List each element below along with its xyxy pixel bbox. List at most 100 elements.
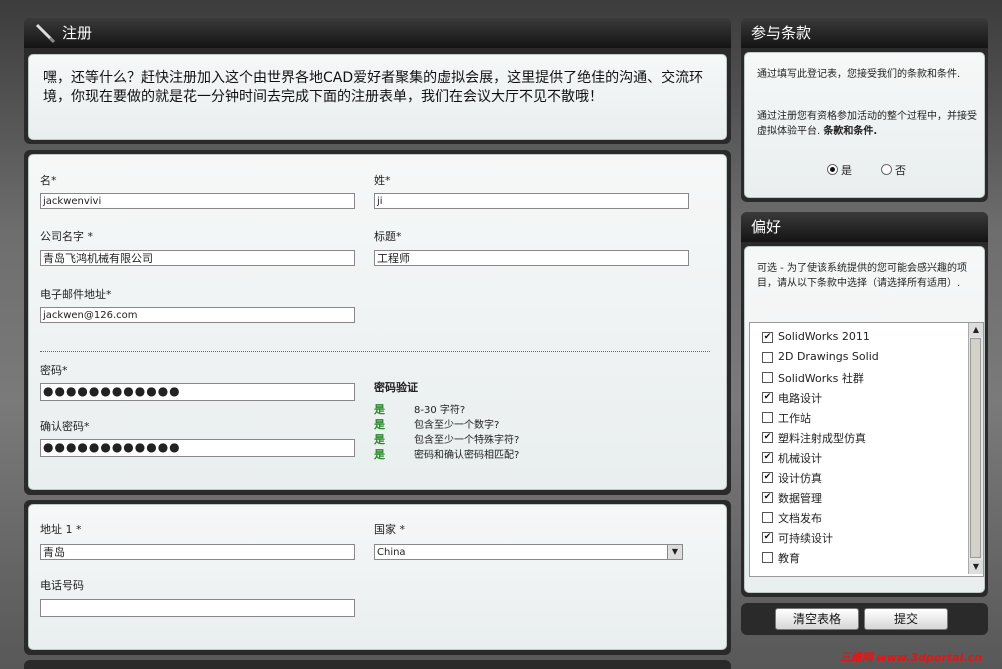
preferences-title: 偏好 [751,218,782,236]
pref-checkbox[interactable] [762,412,773,423]
pref-item[interactable]: ✔ 可持续设计 [750,529,965,547]
validation-status: 是 [374,403,385,416]
preferences-header: 偏好 [741,212,988,242]
pref-label: SolidWorks 2011 [778,330,870,343]
pen-icon [34,22,56,54]
pref-checkbox[interactable]: ✔ [762,532,773,543]
pref-checkbox[interactable] [762,512,773,523]
pref-item[interactable]: 教育 [750,549,965,567]
pref-label: SolidWorks 社群 [778,372,864,385]
pref-label: 机械设计 [778,452,822,465]
terms-header: 参与条款 [741,18,988,48]
pref-label: 塑料注射成型仿真 [778,432,866,445]
pref-item[interactable]: ✔ 电路设计 [750,389,965,407]
terms-yes-radio[interactable] [827,164,838,175]
preferences-desc: 可选 - 为了使该系统提供的您可能会感兴趣的项目，请从以下条款中选择（请选择所有… [757,263,967,289]
pref-item[interactable]: ✔ 设计仿真 [750,469,965,487]
last-name-input[interactable]: ji [374,193,689,209]
preferences-panel: 偏好 可选 - 为了使该系统提供的您可能会感兴趣的项目，请从以下条款中选择（请选… [741,212,988,597]
terms-no-radio[interactable] [881,164,892,175]
terms-title: 参与条款 [751,24,812,42]
pref-checkbox[interactable] [762,552,773,563]
clear-form-button[interactable]: 清空表格 [775,608,859,630]
terms-no-label: 否 [895,164,906,177]
validation-rule: 包含至少一个数字? [414,420,500,431]
pref-item[interactable]: 工作站 [750,409,965,427]
pref-item[interactable]: ✔ 机械设计 [750,449,965,467]
address-form-panel: 地址 1 * 青岛 国家 * China ▼ 电话号码 [24,500,731,655]
company-input[interactable]: 青岛飞鸿机械有限公司 [40,250,355,266]
confirm-password-input[interactable]: ●●●●●●●●●●●● [40,439,355,457]
first-name-input[interactable]: jackwenvivi [40,193,355,209]
password-label: 密码* [40,364,68,377]
pref-label: 文档发布 [778,512,822,525]
phone-input[interactable] [40,599,355,617]
confirm-password-label: 确认密码* [40,420,90,433]
bottom-panel-edge [24,660,731,669]
email-input[interactable]: jackwen@126.com [40,307,355,323]
pref-checkbox[interactable]: ✔ [762,452,773,463]
validation-rule: 包含至少一个特殊字符? [414,435,520,446]
scroll-thumb[interactable] [970,338,981,558]
pref-checkbox[interactable]: ✔ [762,472,773,483]
pref-checkbox[interactable]: ✔ [762,492,773,503]
validation-rule: 8-30 字符? [414,405,466,416]
password-input[interactable]: ●●●●●●●●●●●● [40,383,355,401]
pref-label: 教育 [778,552,800,565]
terms-link[interactable]: 条款和条件. [823,126,877,137]
intro-text: 嘿，还等什么？赶快注册加入这个由世界各地CAD爱好者聚集的虚拟会展，这里提供了绝… [43,70,704,105]
validation-status: 是 [374,418,385,431]
register-panel: 注册 嘿，还等什么？赶快注册加入这个由世界各地CAD爱好者聚集的虚拟会展，这里提… [24,18,731,144]
pref-item[interactable]: ✔ SolidWorks 2011 [750,329,965,347]
scroll-up-icon[interactable]: ▲ [969,323,983,337]
address-input[interactable]: 青岛 [40,544,355,560]
phone-label: 电话号码 [40,579,84,592]
first-name-label: 名* [40,174,57,187]
terms-yes-label: 是 [841,164,852,177]
country-value: China [377,547,406,558]
pref-checkbox[interactable] [762,352,773,363]
validation-status: 是 [374,433,385,446]
site-watermark: 三维网 www.3dportal.cn [839,651,982,664]
pref-label: 2D Drawings Solid [778,350,879,363]
country-select[interactable]: China ▼ [374,544,683,560]
address-label: 地址 1 * [40,523,82,536]
account-form-panel: 名* jackwenvivi 姓* ji 公司名字 * 青岛飞鸿机械有限公司 标… [24,150,731,495]
address-form: 地址 1 * 青岛 国家 * China ▼ 电话号码 [28,504,727,650]
actions-panel: 清空表格 提交 [741,603,988,635]
submit-button[interactable]: 提交 [864,608,948,630]
pref-item[interactable]: 文档发布 [750,509,965,527]
validation-status: 是 [374,448,385,461]
pref-checkbox[interactable]: ✔ [762,392,773,403]
pref-checkbox[interactable] [762,372,773,383]
scrollbar[interactable]: ▲ ▼ [968,323,983,574]
terms-panel: 参与条款 通过填写此登记表，您接受我们的条款和条件. 通过注册您有资格参加活动的… [741,18,988,202]
terms-text-2: 通过注册您有资格参加活动的整个过程中，并接受虚拟体验平台. 条款和条件. [757,109,981,139]
password-validation-title: 密码验证 [374,381,418,394]
company-label: 公司名字 * [40,230,93,243]
last-name-label: 姓* [374,174,391,187]
pref-item[interactable]: ✔ 数据管理 [750,489,965,507]
pref-item[interactable]: 2D Drawings Solid [750,349,965,367]
email-label: 电子邮件地址* [40,288,112,301]
pref-label: 工作站 [778,412,811,425]
pref-item[interactable]: SolidWorks 社群 [750,369,965,387]
preferences-list[interactable]: ▲ ▼ ✔ SolidWorks 2011 2D Drawings Solid Sol… [749,322,984,577]
pref-label: 可持续设计 [778,532,833,545]
pref-label: 设计仿真 [778,472,822,485]
scroll-down-icon[interactable]: ▼ [969,560,983,574]
chevron-down-icon[interactable]: ▼ [667,545,682,559]
register-header: 注册 [24,18,731,48]
pref-item[interactable]: ✔ 塑料注射成型仿真 [750,429,965,447]
job-title-input[interactable]: 工程师 [374,250,689,266]
pref-label: 数据管理 [778,492,822,505]
validation-rule: 密码和确认密码相匹配? [414,450,520,461]
pref-checkbox[interactable]: ✔ [762,332,773,343]
register-title: 注册 [62,24,93,42]
preferences-body: 可选 - 为了使该系统提供的您可能会感兴趣的项目，请从以下条款中选择（请选择所有… [744,246,985,593]
pref-checkbox[interactable]: ✔ [762,432,773,443]
country-label: 国家 * [374,523,405,536]
divider [40,351,710,352]
intro-box: 嘿，还等什么？赶快注册加入这个由世界各地CAD爱好者聚集的虚拟会展，这里提供了绝… [28,54,727,140]
account-form: 名* jackwenvivi 姓* ji 公司名字 * 青岛飞鸿机械有限公司 标… [28,154,727,490]
